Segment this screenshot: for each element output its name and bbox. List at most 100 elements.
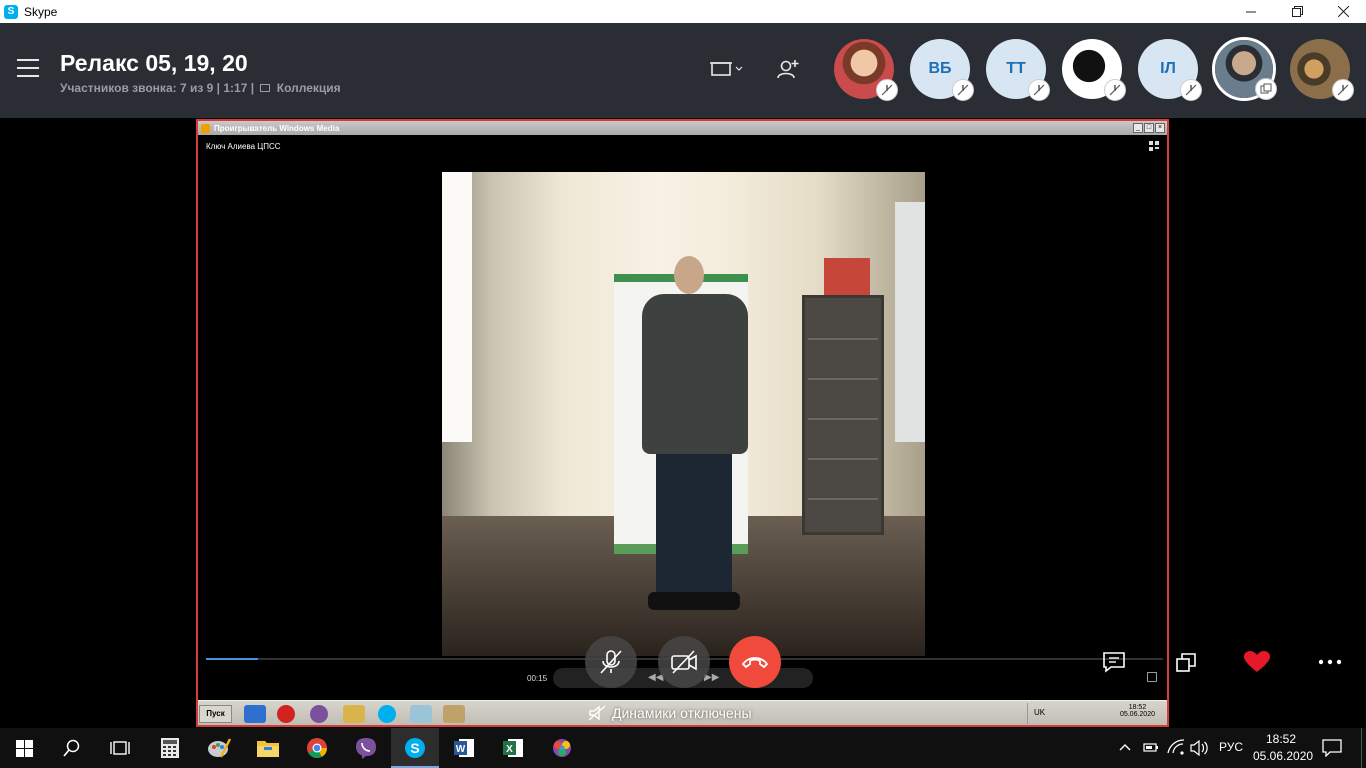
switch-view-button[interactable] (1172, 648, 1200, 676)
participant-avatar[interactable]: ВБ (910, 39, 974, 101)
paint-icon (208, 738, 231, 758)
open-chat-button[interactable] (1100, 648, 1128, 676)
participant-avatar[interactable] (834, 39, 898, 101)
participant-avatar[interactable]: IЛ (1138, 39, 1202, 101)
taskbar-clock[interactable]: 18:52 05.06.2020 (1253, 731, 1313, 765)
muted-mic-icon (952, 79, 974, 101)
video-person-legs (656, 450, 732, 602)
excel-icon: X (503, 739, 523, 757)
task-view-icon (110, 741, 130, 755)
wmp-titlebar: Проигрыватель Windows Media _ □ × (198, 121, 1167, 135)
volume-icon[interactable] (1190, 739, 1208, 761)
close-button[interactable] (1320, 0, 1366, 23)
window-controls (1228, 0, 1366, 23)
xp-folder-icon (343, 705, 365, 723)
taskbar-viber[interactable] (342, 728, 390, 768)
video-person-head (674, 256, 704, 294)
minimize-button[interactable] (1228, 0, 1274, 23)
notifications-icon[interactable] (1322, 739, 1342, 762)
minimize-icon (1246, 11, 1256, 12)
screen-layout-button[interactable] (708, 56, 744, 82)
word-icon: W (454, 739, 474, 757)
participants-count: Участников звонка: 7 из 9 (60, 81, 214, 95)
video-window-left (442, 172, 472, 442)
call-title: Релакс 05, 19, 20 (60, 50, 248, 76)
skype-icon: S (405, 738, 425, 758)
taskbar-skype[interactable]: S (391, 728, 439, 768)
folder-icon (257, 741, 279, 757)
wmp-view-switch-icon[interactable] (1149, 141, 1159, 151)
wmp-maximize-icon[interactable]: □ (1144, 123, 1154, 133)
xp-opera-icon (277, 705, 295, 723)
xp-tray-lang: UK (1034, 708, 1046, 717)
search-button[interactable] (48, 728, 96, 768)
wmp-seek-progress (206, 658, 258, 660)
taskbar-paint[interactable] (195, 728, 243, 768)
participant-avatar[interactable]: ТТ (986, 39, 1050, 101)
wmp-mini-mode-icon[interactable] (1147, 672, 1157, 682)
wmp-window-controls: _ □ × (1133, 123, 1165, 133)
speakers-muted-text: Динамики отключены (612, 705, 752, 721)
taskbar-word[interactable]: W (440, 728, 488, 768)
windows-taskbar: S W X РУС 18:52 05.06.2020 (0, 728, 1366, 768)
xp-paint-icon (410, 705, 432, 723)
mic-off-icon (600, 650, 622, 674)
taskbar-chrome[interactable] (293, 728, 341, 768)
more-options-button[interactable] (1316, 648, 1344, 676)
input-language-indicator[interactable]: РУС (1219, 740, 1243, 754)
chat-icon (1103, 652, 1125, 673)
separator: | (250, 81, 258, 95)
hang-up-icon (741, 657, 769, 669)
taskbar-file-explorer[interactable] (244, 728, 292, 768)
xp-start-button: Пуск (199, 705, 232, 723)
windows-logo-icon (15, 739, 33, 757)
toggle-mic-button[interactable] (585, 636, 637, 688)
muted-mic-icon (1332, 79, 1354, 101)
wifi-icon[interactable] (1167, 739, 1185, 760)
video-frame (442, 172, 925, 656)
task-view-button[interactable] (96, 728, 144, 768)
restore-button[interactable] (1274, 0, 1320, 23)
speaker-muted-icon (588, 705, 606, 721)
window-title: Skype (24, 4, 58, 19)
end-call-button[interactable] (729, 636, 781, 688)
call-subtitle: Участников звонка: 7 из 9 | 1:17 | Колле… (60, 81, 341, 95)
battery-icon[interactable] (1143, 740, 1159, 759)
gallery-icon (260, 84, 271, 92)
toggle-video-button[interactable] (658, 636, 710, 688)
svg-text:X: X (506, 744, 513, 755)
video-person-torso (642, 294, 748, 454)
svg-text:W: W (456, 744, 466, 755)
start-button[interactable] (0, 728, 48, 768)
chrome-icon (307, 738, 328, 759)
wmp-current-time: 00:15 (527, 674, 548, 683)
viber-icon (356, 738, 376, 759)
muted-mic-icon (1180, 79, 1202, 101)
xp-viber-icon (310, 705, 328, 723)
tray-overflow-chevron-icon[interactable] (1118, 740, 1132, 759)
heart-icon (1244, 651, 1270, 672)
calculator-icon (161, 738, 179, 758)
participant-avatar[interactable] (1290, 39, 1354, 101)
taskbar-excel[interactable]: X (489, 728, 537, 768)
xp-tray-time: 18:52 (1128, 704, 1147, 711)
window-titlebar: S Skype (0, 0, 1366, 23)
wmp-minimize-icon[interactable]: _ (1133, 123, 1143, 133)
game-app-icon (553, 739, 571, 757)
gallery-link[interactable]: Коллекция (277, 81, 341, 95)
xp-wmp-task-icon (443, 705, 465, 723)
taskbar-game-app[interactable] (538, 728, 586, 768)
muted-mic-icon (1028, 79, 1050, 101)
show-desktop-button[interactable] (1361, 728, 1366, 768)
participant-avatar-sharing[interactable] (1212, 37, 1277, 101)
taskbar-calculator[interactable] (146, 728, 194, 768)
search-icon (63, 739, 80, 757)
hamburger-menu-icon[interactable] (17, 59, 39, 77)
svg-text:S: S (410, 740, 419, 756)
xp-tray: UK 18:52 05.06.2020 (1027, 703, 1167, 724)
add-participant-button[interactable] (773, 56, 803, 82)
participant-avatar[interactable] (1062, 39, 1126, 101)
react-button[interactable] (1243, 648, 1271, 676)
wmp-close-icon[interactable]: × (1155, 123, 1165, 133)
skype-app-icon: S (4, 4, 18, 19)
